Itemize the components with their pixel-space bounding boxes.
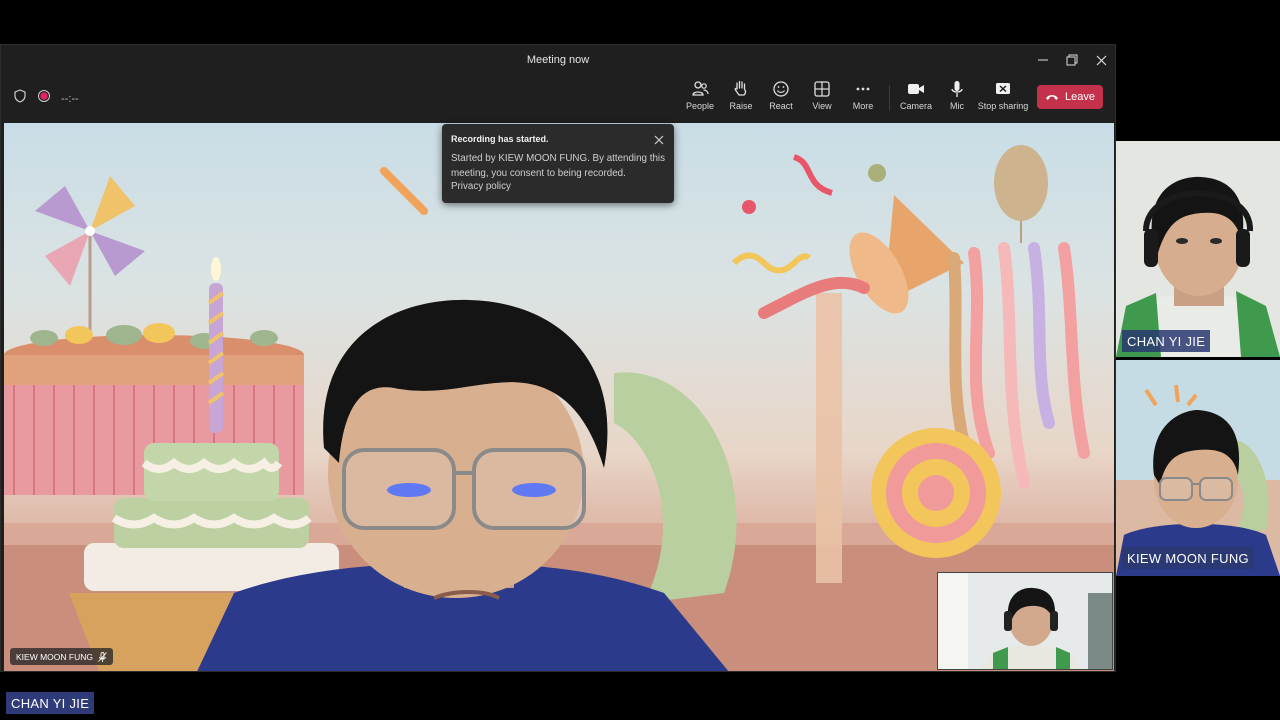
participant-video xyxy=(1116,141,1280,357)
self-view-video xyxy=(938,573,1112,669)
close-icon[interactable] xyxy=(1091,51,1111,69)
people-icon xyxy=(692,81,709,96)
window-title: Meeting now xyxy=(526,54,590,66)
self-view[interactable] xyxy=(937,572,1113,670)
mic-icon xyxy=(951,81,963,97)
raise-hand-icon xyxy=(734,80,747,96)
minimize-icon[interactable] xyxy=(1033,51,1053,69)
phone-hangup-icon xyxy=(1046,95,1058,100)
raise-label: Raise xyxy=(729,101,753,111)
pinwheel xyxy=(35,176,145,341)
participant-tile-chan-yi-jie[interactable]: CHAN YI JIE xyxy=(1116,141,1280,357)
participant-video-main xyxy=(197,299,729,671)
stop-sharing-button[interactable]: Stop sharing xyxy=(977,79,1029,119)
meeting-toolbar: --:-- People Raise React View More Camer… xyxy=(1,75,1115,121)
record-dot-icon xyxy=(37,89,51,108)
mic-label: Mic xyxy=(950,101,964,111)
restore-icon[interactable] xyxy=(1062,51,1082,69)
meeting-timer: --:-- xyxy=(61,92,79,105)
stop-sharing-label: Stop sharing xyxy=(977,101,1029,111)
leave-label: Leave xyxy=(1065,91,1095,103)
meeting-status: --:-- xyxy=(13,89,79,108)
toast-close-button[interactable] xyxy=(652,133,666,147)
view-label: View xyxy=(812,101,832,111)
view-icon xyxy=(814,81,830,97)
privacy-policy-link[interactable]: Privacy policy xyxy=(451,181,665,192)
more-icon xyxy=(856,87,870,91)
participant-name-chip: KIEW MOON FUNG xyxy=(10,648,113,665)
mic-off-icon xyxy=(98,651,107,662)
more-label: More xyxy=(852,101,874,111)
toast-body: Started by KIEW MOON FUNG. By attending … xyxy=(451,153,665,179)
shield-icon[interactable] xyxy=(13,89,27,108)
bottom-participant-label: CHAN YI JIE xyxy=(6,692,95,714)
camera-icon xyxy=(908,84,924,94)
mic-button[interactable]: Mic xyxy=(932,79,982,119)
participant-tile-kiew-moon-fung[interactable]: KIEW MOON FUNG xyxy=(1116,360,1280,576)
stop-sharing-icon xyxy=(996,83,1010,94)
more-button[interactable]: More xyxy=(838,79,888,119)
toast-title: Recording has started. xyxy=(451,134,549,144)
people-label: People xyxy=(685,101,715,111)
react-label: React xyxy=(769,101,793,111)
participant-video xyxy=(1116,360,1280,576)
leave-button[interactable]: Leave xyxy=(1037,85,1103,109)
close-icon xyxy=(654,135,664,145)
stage: { "window": { "title": "Meeting now" }, … xyxy=(0,0,1280,720)
participant-name-label: CHAN YI JIE xyxy=(1122,330,1211,352)
camera-label: Camera xyxy=(899,101,932,111)
participant-name-label: KIEW MOON FUNG xyxy=(1122,547,1254,569)
title-bar: Meeting now xyxy=(1,45,1115,75)
toolbar-divider xyxy=(889,85,890,111)
recording-toast: Recording has started. Started by KIEW M… xyxy=(442,124,674,203)
react-icon xyxy=(773,81,789,97)
participant-name: KIEW MOON FUNG xyxy=(16,651,93,662)
